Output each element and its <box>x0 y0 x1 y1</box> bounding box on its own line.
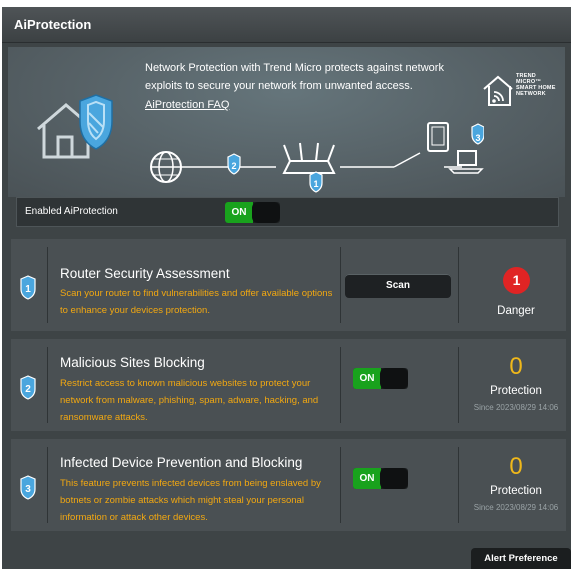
tablet-icon <box>427 122 449 152</box>
svg-text:1: 1 <box>25 284 31 295</box>
card-title: Infected Device Prevention and Blocking <box>60 455 303 470</box>
protection-count: 0 <box>509 453 523 480</box>
card-description: This feature prevents infected devices f… <box>60 478 321 523</box>
banner: Network Protection with Trend Micro prot… <box>8 47 565 197</box>
house-shield-icon <box>37 94 113 159</box>
toggle-knob <box>252 202 280 223</box>
status-since: Since 2023/08/29 14:06 <box>473 403 559 412</box>
divider <box>47 247 48 323</box>
malicious-sites-toggle[interactable]: ON <box>353 368 408 389</box>
device-badge-icon: 3 <box>20 475 36 500</box>
globe-icon <box>150 151 182 183</box>
status-label: Protection <box>490 385 542 397</box>
aiprotection-faq-link[interactable]: AiProtection FAQ <box>145 99 229 111</box>
toggle-knob <box>380 368 408 389</box>
divider <box>47 347 48 423</box>
divider <box>458 447 459 523</box>
status-label: Protection <box>490 485 542 497</box>
protection-count: 0 <box>509 353 523 380</box>
step-badge-3: 3 <box>471 123 484 145</box>
title-bar: AiProtection <box>2 7 571 43</box>
trend-micro-logo-text: TREND MICRO™ SMART HOME NETWORK <box>516 73 556 97</box>
svg-text:3: 3 <box>25 484 31 495</box>
status-since: Since 2023/08/29 14:06 <box>473 503 559 512</box>
enabled-aiprotection-row: Enabled AiProtection ON <box>16 197 559 227</box>
svg-text:3: 3 <box>475 133 480 143</box>
divider <box>340 447 341 523</box>
page-title: AiProtection <box>14 17 92 32</box>
toggle-on-label: ON <box>353 468 381 489</box>
card-title: Malicious Sites Blocking <box>60 355 205 370</box>
card-title: Router Security Assessment <box>60 266 230 281</box>
step-badge-1: 1 <box>309 171 323 193</box>
toggle-knob <box>380 468 408 489</box>
aiprotection-toggle[interactable]: ON <box>225 202 280 223</box>
aiprotection-panel: AiProtection Network Protection with Tre… <box>2 7 571 569</box>
infected-device-toggle[interactable]: ON <box>353 468 408 489</box>
divider <box>340 347 341 423</box>
svg-text:2: 2 <box>231 161 236 171</box>
banner-description: Network Protection with Trend Micro prot… <box>145 62 444 92</box>
alert-preference-button[interactable]: Alert Preference <box>471 548 571 569</box>
step-badge-2: 2 <box>227 153 241 175</box>
svg-text:1: 1 <box>313 179 318 189</box>
svg-text:2: 2 <box>25 384 31 395</box>
divider <box>458 247 459 323</box>
card-description: Scan your router to find vulnerabilities… <box>60 288 333 316</box>
malicious-sites-blocking-card: 2 Malicious Sites Blocking Restrict acce… <box>11 339 566 431</box>
divider <box>340 247 341 323</box>
router-security-assessment-card: 1 Router Security Assessment Scan your r… <box>11 239 566 331</box>
toggle-on-label: ON <box>353 368 381 389</box>
network-diagram: 2 1 3 <box>150 122 484 193</box>
danger-count-badge: 1 <box>503 267 530 294</box>
toggle-on-label: ON <box>225 202 253 223</box>
scan-button[interactable]: Scan <box>345 274 451 298</box>
enabled-aiprotection-label: Enabled AiProtection <box>25 206 118 217</box>
magnifier-badge-icon: 1 <box>20 275 36 300</box>
status-label: Danger <box>497 305 535 317</box>
shield-badge-icon: 2 <box>20 375 36 400</box>
card-description: Restrict access to known malicious websi… <box>60 378 319 423</box>
router-icon <box>282 142 336 174</box>
laptop-icon <box>448 150 484 174</box>
divider <box>47 447 48 523</box>
divider <box>458 347 459 423</box>
infected-device-prevention-card: 3 Infected Device Prevention and Blockin… <box>11 439 566 531</box>
